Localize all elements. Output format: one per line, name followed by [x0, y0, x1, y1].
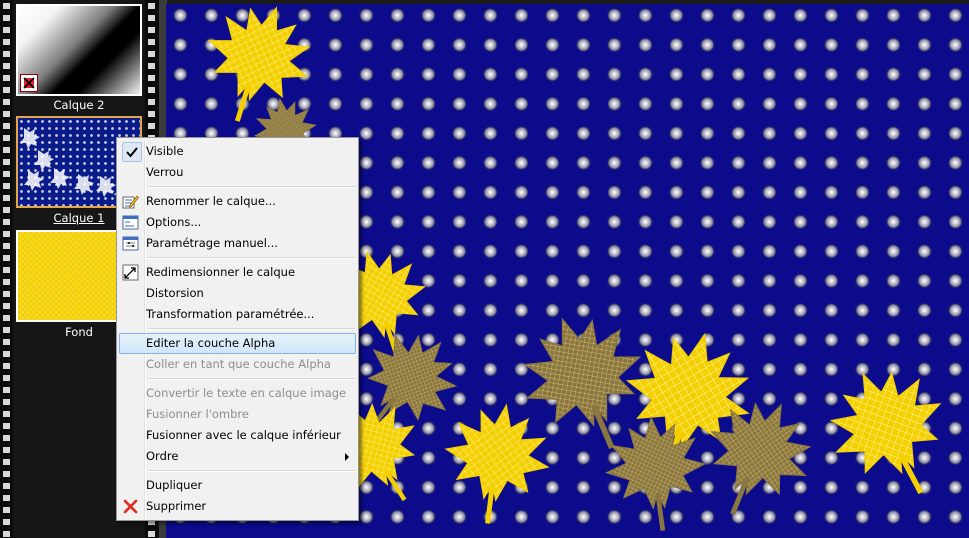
menu-separator	[147, 470, 355, 472]
resize-layer-icon	[122, 264, 139, 281]
mask-icon	[20, 74, 38, 92]
menu-item-convert-text[interactable]: Convertir le texte en calque image	[119, 383, 356, 404]
menu-separator	[147, 186, 355, 188]
menu-item-manual-settings[interactable]: Paramétrage manuel...	[119, 233, 356, 254]
menu-item-options[interactable]: Options...	[119, 212, 356, 233]
menu-item-lock[interactable]: Verrou	[119, 162, 356, 183]
menu-item-delete[interactable]: Supprimer	[119, 496, 356, 517]
menu-item-order[interactable]: Ordre	[119, 446, 356, 467]
manual-settings-icon	[122, 236, 139, 251]
rename-pencil-icon	[122, 195, 139, 209]
checkmark-icon	[122, 142, 142, 162]
menu-separator	[147, 378, 355, 380]
menu-item-duplicate[interactable]: Dupliquer	[119, 475, 356, 496]
submenu-arrow-icon	[345, 453, 349, 461]
layer-label: Calque 2	[53, 98, 105, 112]
menu-item-edit-alpha[interactable]: Editer la couche Alpha	[119, 333, 356, 354]
menu-separator	[147, 328, 355, 330]
layer-thumbnail	[16, 4, 142, 96]
menu-item-parametric-transform[interactable]: Transformation paramétrée...	[119, 304, 356, 325]
options-window-icon	[122, 215, 139, 230]
delete-x-icon	[123, 499, 138, 514]
menu-item-visible[interactable]: Visible	[119, 141, 356, 162]
menu-item-resize-layer[interactable]: Redimensionner le calque	[119, 262, 356, 283]
layer-context-menu: Visible Verrou Renommer le calque... Opt…	[116, 137, 359, 521]
menu-item-rename[interactable]: Renommer le calque...	[119, 191, 356, 212]
menu-item-merge-lower[interactable]: Fusionner avec le calque inférieur	[119, 425, 356, 446]
menu-separator	[147, 257, 355, 259]
menu-item-paste-alpha[interactable]: Coller en tant que couche Alpha	[119, 354, 356, 375]
menu-item-merge-shadow[interactable]: Fusionner l'ombre	[119, 404, 356, 425]
film-strip-left	[0, 0, 13, 538]
menu-item-distortion[interactable]: Distorsion	[119, 283, 356, 304]
